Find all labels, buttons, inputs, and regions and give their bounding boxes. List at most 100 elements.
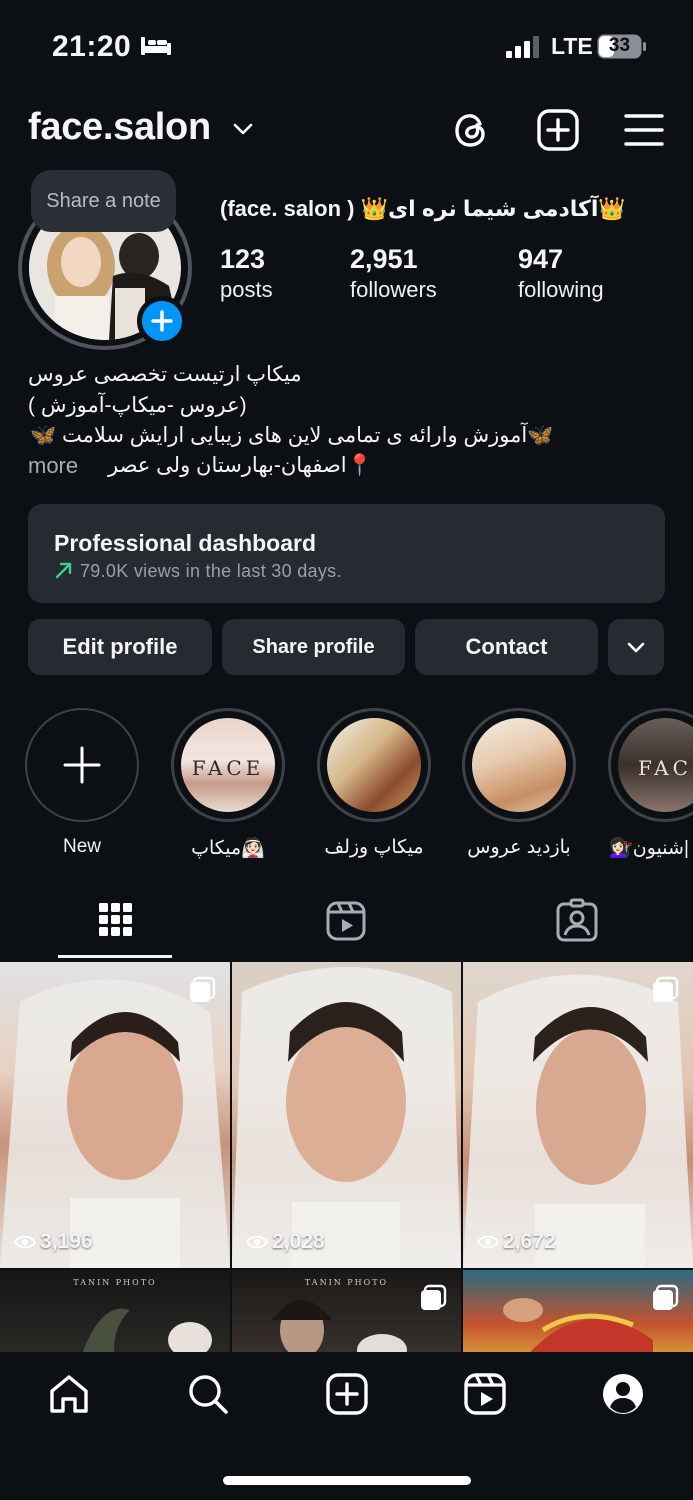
menu-icon[interactable] (622, 108, 666, 152)
chevron-down-icon[interactable] (232, 118, 254, 140)
post-image (272, 1300, 407, 1354)
battery-level: 33 (608, 35, 631, 56)
reels-tab-icon[interactable] (322, 897, 370, 945)
highlight-cover-image (327, 718, 421, 812)
post-image (463, 974, 693, 1268)
professional-dashboard-card[interactable]: Professional dashboard 79.0K views in th… (28, 504, 665, 603)
highlight-item[interactable]: میکاپ وزلف (317, 708, 431, 858)
posts-count: 123 (220, 244, 266, 274)
post-image (232, 967, 461, 1268)
highlight-cover-text: FACE (191, 756, 265, 780)
share-profile-button[interactable]: Share profile (222, 619, 405, 675)
highlight-item[interactable]: FACE میکاپ👰🏻 (171, 708, 285, 859)
bio-line: 🦋آموزش وارائه ی تمامی لاین های زیبایی ار… (30, 424, 554, 447)
highlight-label: 💇🏻‍♀️شنیون| (609, 838, 689, 859)
carousel-icon (421, 1284, 447, 1310)
create-post-icon[interactable] (325, 1372, 369, 1416)
highlight-label: میکاپ وزلف (324, 837, 424, 858)
home-icon[interactable] (47, 1372, 91, 1416)
followers-stat[interactable]: 2,951 followers (350, 244, 437, 303)
create-new-icon[interactable] (536, 108, 580, 152)
highlight-cover (462, 708, 576, 822)
eye-icon (246, 1235, 268, 1249)
highlight-cover: FAC (608, 708, 693, 822)
post-image (503, 1298, 653, 1354)
plus-icon (151, 310, 173, 332)
highlight-cover-image: FAC (618, 718, 693, 812)
following-stat[interactable]: 947 following (518, 244, 604, 303)
profile-username[interactable]: face.salon (28, 106, 211, 149)
highlight-cover (317, 708, 431, 822)
share-note-bubble[interactable]: Share a note (31, 170, 176, 232)
carousel-icon (653, 976, 679, 1002)
highlight-cover-text: FAC (638, 756, 692, 780)
profile-icon[interactable] (601, 1372, 645, 1416)
bio-line: (عروس -میکاپ-آموزش ) (28, 394, 247, 417)
profile-display-name: (face. salon ) 👑آکادمی شیما نره ای👑 (220, 196, 626, 221)
post-view-count: 2,028 (246, 1230, 325, 1254)
post-thumbnail[interactable] (463, 1270, 693, 1354)
posts-stat[interactable]: 123 posts (220, 244, 273, 303)
post-thumbnail[interactable]: 2,672 (463, 962, 693, 1268)
bio-more-link[interactable]: more (28, 453, 78, 479)
highlight-label: New (62, 836, 101, 857)
view-count-value: 2,672 (503, 1230, 556, 1253)
eye-icon (477, 1235, 499, 1249)
followers-count: 2,951 (350, 244, 418, 274)
highlight-cover-image: FACE (181, 718, 275, 812)
carousel-icon (653, 1284, 679, 1310)
status-bar: 21:20 LTE 33 (0, 0, 693, 90)
battery-icon: 33 (597, 34, 647, 59)
posts-grid-tab-icon[interactable] (91, 897, 139, 945)
share-note-label: Share a note (46, 189, 161, 212)
followers-label: followers (350, 277, 437, 302)
threads-icon[interactable] (450, 108, 494, 152)
post-thumbnail[interactable]: 2,028 (232, 962, 461, 1268)
plus-icon (63, 746, 101, 784)
bottom-navigation (0, 1352, 693, 1500)
eye-icon (14, 1235, 36, 1249)
post-thumbnail[interactable]: 3,196 (0, 962, 230, 1268)
trend-up-arrow-icon (55, 562, 72, 579)
home-indicator (223, 1476, 471, 1485)
cellular-signal-icon (506, 36, 539, 58)
reels-icon[interactable] (463, 1372, 507, 1416)
new-highlight-circle (25, 708, 139, 822)
post-view-count: 3,196 (14, 1230, 93, 1254)
following-count: 947 (518, 244, 564, 274)
posts-label: posts (220, 277, 273, 302)
highlight-new[interactable]: New (25, 708, 139, 857)
share-profile-label: Share profile (252, 635, 375, 658)
highlight-cover: FACE (171, 708, 285, 822)
chevron-down-icon (627, 642, 645, 653)
post-thumbnail[interactable]: TANIN PHOTO (232, 1270, 461, 1354)
post-thumbnail[interactable]: TANIN PHOTO (0, 1270, 230, 1354)
search-icon[interactable] (186, 1372, 230, 1416)
sleep-mode-icon (141, 37, 171, 55)
add-story-button[interactable] (137, 296, 187, 346)
post-view-count: 2,672 (477, 1230, 556, 1254)
post-image (0, 979, 230, 1268)
contact-label: Contact (465, 634, 548, 659)
carousel-icon (190, 976, 216, 1002)
active-tab-indicator (58, 955, 172, 958)
status-time: 21:20 (52, 30, 132, 63)
view-count-value: 3,196 (40, 1230, 93, 1253)
suggested-accounts-button[interactable] (608, 619, 664, 675)
bio-line: میکاپ ارتیست تخصصی عروس (28, 363, 302, 386)
highlight-label: میکاپ👰🏻 (191, 838, 265, 859)
edit-profile-button[interactable]: Edit profile (28, 619, 212, 675)
bio-line: 📍اصفهان-بهارستان ولی عصر (108, 454, 373, 477)
contact-button[interactable]: Contact (415, 619, 598, 675)
dashboard-views-summary: 79.0K views in the last 30 days. (80, 561, 342, 581)
highlight-item[interactable]: بازدید عروس (462, 708, 576, 858)
network-type: LTE (551, 33, 593, 59)
view-count-value: 2,028 (272, 1230, 325, 1253)
post-image (82, 1308, 212, 1354)
edit-profile-label: Edit profile (62, 634, 178, 659)
tagged-tab-icon[interactable] (553, 897, 601, 945)
highlight-cover-image (472, 718, 566, 812)
posts-grid: 3,196 2,028 2,672 TANIN PHOTO TANIN PHOT… (0, 962, 693, 1354)
dashboard-title: Professional dashboard (54, 530, 317, 556)
highlight-item[interactable]: FAC 💇🏻‍♀️شنیون| (608, 708, 693, 859)
